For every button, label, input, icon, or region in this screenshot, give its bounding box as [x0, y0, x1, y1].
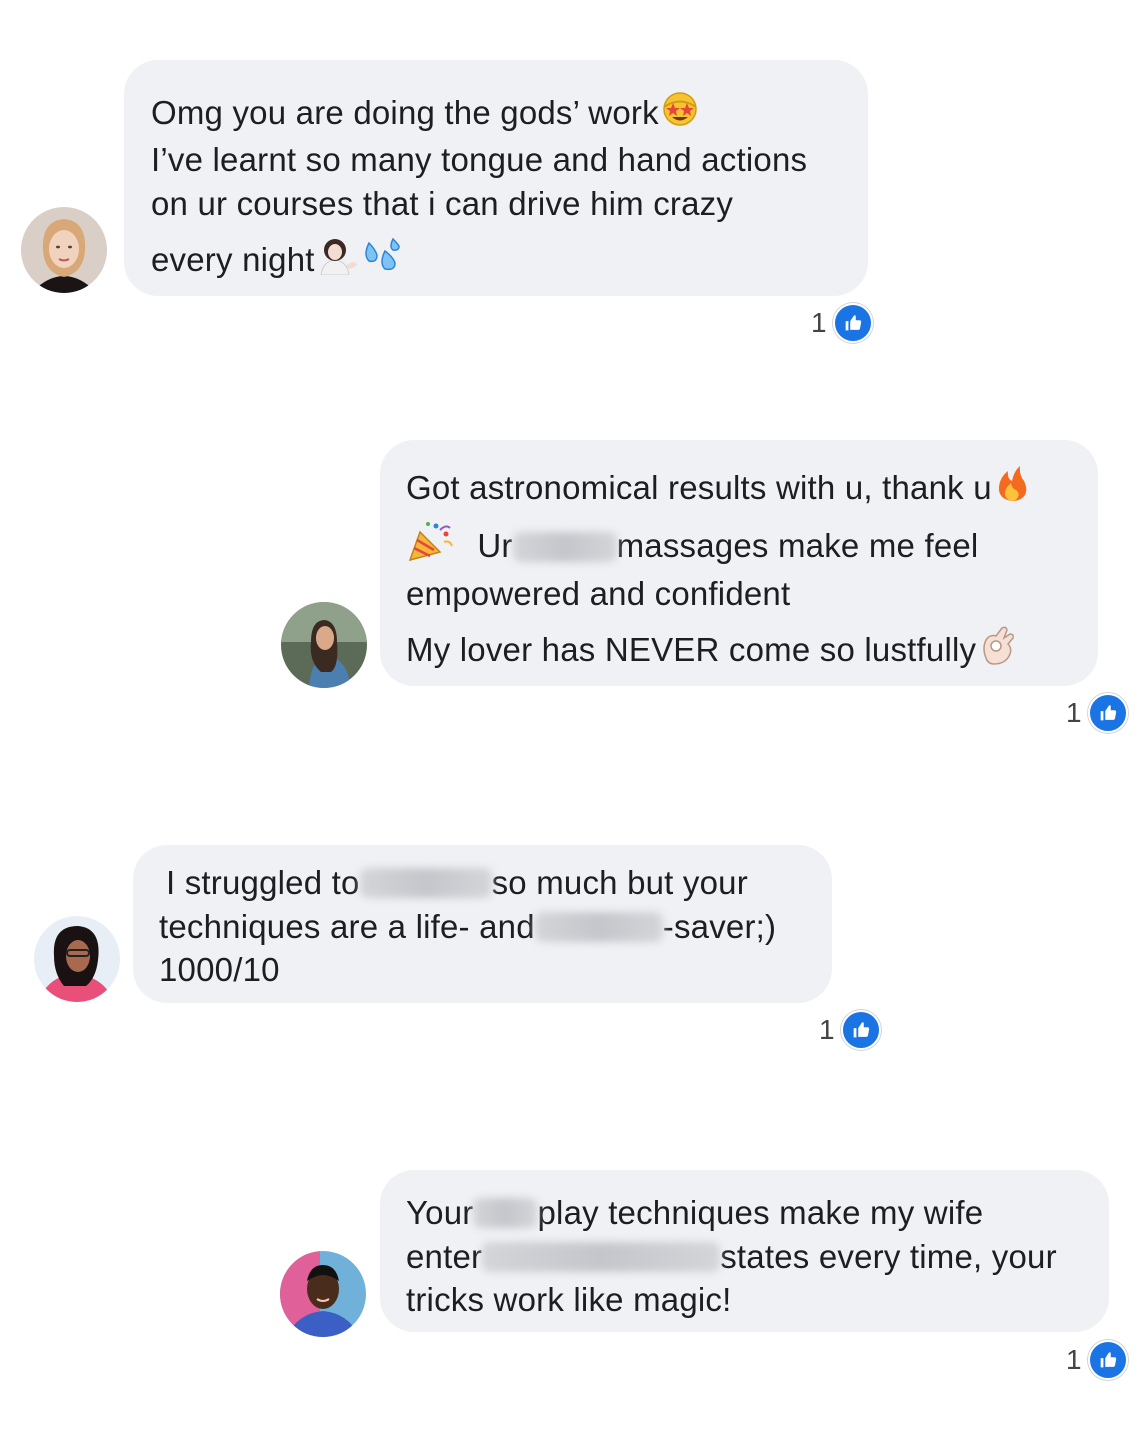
comment-line: My lover has NEVER come so lustfully	[406, 626, 1020, 675]
comment-text: on ur courses that i can drive him crazy	[151, 185, 734, 222]
ok-hand-emoji	[976, 624, 1020, 675]
comment-text: every night	[151, 241, 315, 278]
comment-line: 1000/10	[159, 950, 280, 990]
comment-text: My lover has NEVER come so lustfully	[406, 631, 977, 669]
comment-line: Ur massages make me feel	[406, 522, 979, 571]
comment-line: I’ve learnt so many tongue and hand acti…	[151, 140, 807, 180]
commenter-avatar[interactable]	[21, 207, 107, 293]
comment-text: I’ve learnt so many tongue and hand acti…	[151, 141, 808, 178]
comment-text: enter	[406, 1238, 483, 1275]
commenter-avatar[interactable]	[281, 602, 367, 688]
comment-text: Ur	[477, 527, 513, 565]
reaction-count: 1	[1066, 697, 1082, 728]
comment-bubble: Omg you are doing the gods’ work I’ve le…	[124, 60, 868, 296]
comment-text: empowered and confident	[406, 575, 791, 612]
like-icon	[840, 1010, 881, 1050]
reaction-count-badge[interactable]: 1	[1066, 1340, 1128, 1380]
like-icon	[1087, 1340, 1128, 1380]
reaction-count-badge[interactable]: 1	[1066, 693, 1128, 733]
comment-line: every night	[151, 237, 403, 284]
comment-text: play techniques make my wife	[537, 1194, 984, 1231]
reaction-count: 1	[1066, 1344, 1082, 1375]
fire-emoji	[992, 463, 1032, 512]
like-icon	[832, 303, 873, 343]
comment-text: massages make me feel	[616, 527, 979, 565]
comment-text: tricks work like magic!	[406, 1281, 732, 1318]
comment-text: Got astronomical results with u, thank u	[406, 469, 992, 506]
redacted-word	[359, 868, 492, 899]
comment-bubble: I struggled to so much but your technique…	[133, 845, 832, 1003]
comment-line: enter states every time, your	[406, 1237, 1057, 1277]
commenter-avatar[interactable]	[280, 1251, 366, 1337]
reaction-count-badge[interactable]: 1	[819, 1010, 881, 1050]
redacted-word	[512, 531, 617, 562]
party-popper-emoji	[406, 520, 454, 571]
comment-text: states every time, your	[720, 1238, 1057, 1275]
comment-bubble: Your play techniques make my wife enter st…	[380, 1170, 1109, 1332]
comment-text: Omg you are doing the gods’ work	[151, 94, 659, 131]
comment-text: I struggled to	[166, 864, 360, 901]
comment-text: so much but your	[491, 864, 748, 901]
comment-line: Got astronomical results with u, thank u	[406, 465, 1032, 512]
woman-tipping-hand-emoji	[315, 235, 359, 284]
comment-line: empowered and confident	[406, 574, 790, 614]
comment-text: 1000/10	[159, 951, 280, 988]
sweat-droplets-emoji	[359, 235, 403, 284]
comment-line: on ur courses that i can drive him crazy	[151, 184, 733, 224]
redacted-word	[473, 1198, 538, 1229]
comment-bubble: Got astronomical results with u, thank u…	[380, 440, 1098, 686]
comment-line: I struggled to so much but your	[166, 863, 748, 903]
reaction-count: 1	[819, 1014, 835, 1045]
comment-line: Omg you are doing the gods’ work	[151, 92, 701, 137]
redacted-word	[534, 912, 663, 943]
comment-line: Your play techniques make my wife	[406, 1193, 983, 1233]
redacted-word	[482, 1242, 721, 1273]
reaction-count: 1	[811, 307, 827, 338]
comment-text: Your	[406, 1194, 474, 1231]
comment-line: tricks work like magic!	[406, 1280, 731, 1320]
comment-line: techniques are a life- and -saver;)	[159, 907, 776, 947]
star-struck-emoji	[659, 88, 701, 137]
reaction-count-badge[interactable]: 1	[811, 303, 873, 343]
commenter-avatar[interactable]	[34, 916, 120, 1002]
comment-text: -saver;)	[662, 908, 777, 945]
like-icon	[1087, 693, 1128, 733]
comment-text: techniques are a life- and	[159, 908, 535, 945]
